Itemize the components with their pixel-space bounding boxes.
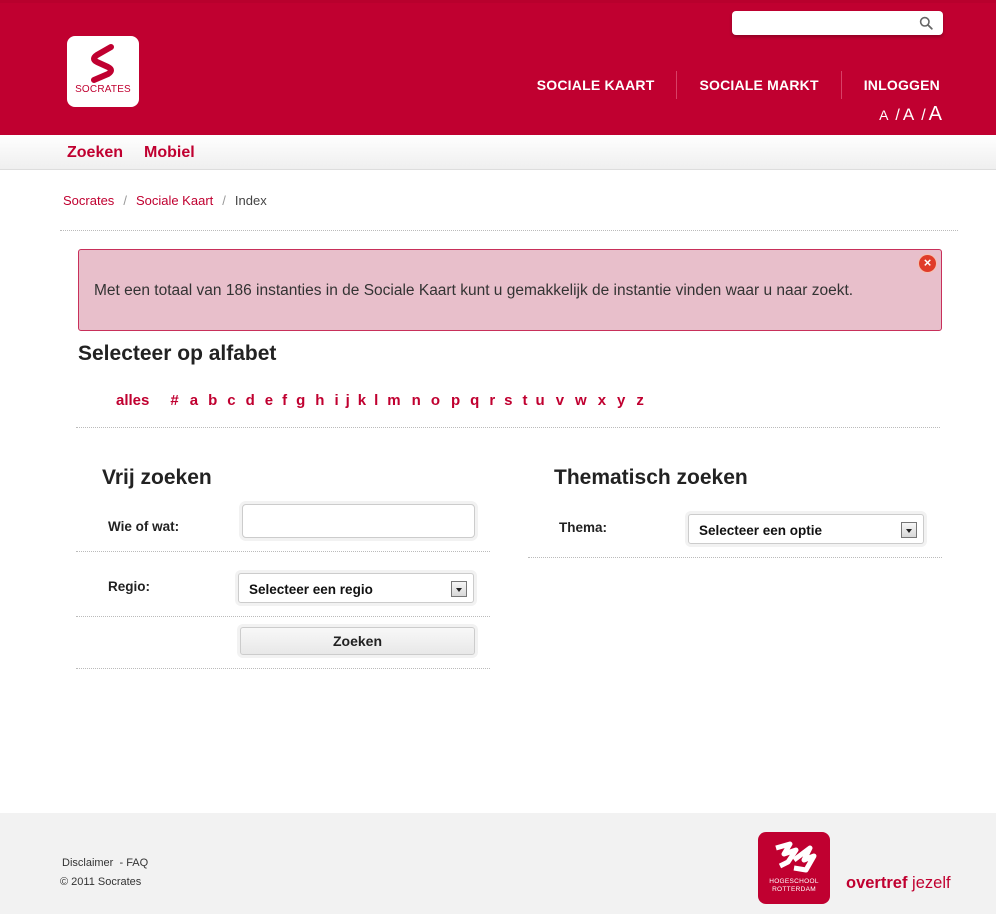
alphabet-letter-t[interactable]: t [523,392,528,409]
socrates-s-icon [91,44,114,83]
wie-of-wat-label: Wie of wat: [108,519,180,534]
divider [76,668,490,669]
font-size-switcher: A / A / A [879,103,942,126]
vrij-zoeken-title: Vrij zoeken [102,466,212,489]
logo-text: SOCRATES [75,84,131,95]
chevron-down-icon[interactable] [451,581,467,597]
regio-label: Regio: [108,579,150,594]
search-icon[interactable] [919,16,933,30]
divider [60,230,958,231]
regio-selected-value: Selecteer een regio [249,582,373,597]
alphabet-letter-x[interactable]: x [598,392,606,409]
alphabet-letter-y[interactable]: y [617,392,625,409]
zoeken-button[interactable]: Zoeken [240,627,475,655]
font-size-separator: / [921,107,926,124]
thema-select[interactable]: Selecteer een optie [688,514,924,544]
footer-disclaimer-link[interactable]: Disclaimer [62,857,113,869]
thema-selected-value: Selecteer een optie [699,523,823,538]
alert-message: Met een totaal van 186 instanties in de … [94,282,854,299]
font-size-small[interactable]: A [879,107,888,123]
subnav-mobiel[interactable]: Mobiel [144,144,195,162]
info-alert: Met een totaal van 186 instanties in de … [78,249,942,331]
thematisch-zoeken-title: Thematisch zoeken [554,466,748,489]
alphabet-letter-g[interactable]: g [296,392,305,409]
breadcrumb-socrates[interactable]: Socrates [63,193,114,208]
alphabet-letter-b[interactable]: b [208,392,217,409]
font-size-large[interactable]: A [929,103,942,126]
alphabet-letter-c[interactable]: c [227,392,235,409]
main-nav: SOCIALE KAART SOCIALE MARKT INLOGGEN [515,71,940,99]
hogeschool-rotterdam-logo[interactable]: HOGESCHOOL ROTTERDAM [758,832,830,904]
alphabet-letter-w[interactable]: w [575,392,587,409]
alphabet-letter-u[interactable]: u [536,392,545,409]
alphabet-filter: alles # a b c d e f g h i j k l m n o p q r s t u v w x y z [116,392,644,409]
alphabet-letter-i[interactable]: i [334,392,338,409]
socrates-logo[interactable]: SOCRATES [67,36,139,107]
alphabet-letter-j[interactable]: j [346,392,350,409]
hr-logo-text-line-1: HOGESCHOOL [769,878,819,885]
alphabet-letter-alles[interactable]: alles [116,392,149,409]
header: SOCRATES SOCIALE KAART SOCIALE MARKT INL… [0,0,996,135]
alphabet-letter-e[interactable]: e [265,392,273,409]
divider [528,557,942,558]
breadcrumb-current: Index [234,193,267,208]
breadcrumb-sociale-kaart[interactable]: Sociale Kaart [136,193,213,208]
thema-label: Thema: [559,520,608,535]
nav-sociale-markt[interactable]: SOCIALE MARKT [676,71,840,99]
chevron-down-icon[interactable] [901,522,917,538]
footer-faq-link[interactable]: - FAQ [119,857,148,869]
alphabet-letter-k[interactable]: k [358,392,366,409]
hr-logo-text-line-2: ROTTERDAM [772,886,816,893]
alphabet-letter-a[interactable]: a [190,392,198,409]
hr-logo-icon [775,841,817,873]
alphabet-letter-s[interactable]: s [504,392,512,409]
alphabet-title: Selecteer op alfabet [78,342,277,365]
regio-select[interactable]: Selecteer een regio [238,573,474,603]
search-input[interactable] [738,12,918,34]
font-size-medium[interactable]: A [903,105,914,125]
alphabet-letter-hash[interactable]: # [170,392,178,409]
footer: Disclaimer - FAQ © 2011 Socrates HOGESCH… [0,813,996,914]
wie-of-wat-input[interactable] [242,504,475,538]
tagline-rest: jezelf [912,874,951,892]
alphabet-letter-v[interactable]: v [556,392,564,409]
divider [76,551,490,552]
alphabet-letter-r[interactable]: r [489,392,495,409]
site-search[interactable] [732,11,943,35]
breadcrumb: Socrates / Sociale Kaart / Index [63,193,267,208]
breadcrumb-separator: / [222,193,226,208]
nav-inloggen[interactable]: INLOGGEN [840,71,940,99]
tagline-bold: overtref [846,874,908,892]
alphabet-letter-n[interactable]: n [412,392,421,409]
breadcrumb-separator: / [123,193,127,208]
hr-logo-text: HOGESCHOOL ROTTERDAM [758,878,830,894]
close-icon[interactable]: × [919,255,936,272]
alphabet-letter-l[interactable]: l [374,392,378,409]
alphabet-letter-h[interactable]: h [315,392,324,409]
alphabet-letter-z[interactable]: z [636,392,644,409]
alphabet-letter-o[interactable]: o [431,392,440,409]
sub-nav: Zoeken Mobiel [0,135,996,170]
alphabet-letter-p[interactable]: p [451,392,460,409]
alphabet-letter-m[interactable]: m [387,392,400,409]
font-size-separator: / [895,107,900,124]
alphabet-letter-f[interactable]: f [282,392,287,409]
divider [76,616,490,617]
alphabet-letter-q[interactable]: q [470,392,479,409]
tagline: overtref jezelf [846,874,951,893]
footer-links: Disclaimer - FAQ [62,857,148,869]
copyright: © 2011 Socrates [60,876,142,888]
nav-sociale-kaart[interactable]: SOCIALE KAART [515,71,677,99]
subnav-zoeken[interactable]: Zoeken [67,144,123,162]
divider [76,427,940,428]
alphabet-letter-d[interactable]: d [246,392,255,409]
